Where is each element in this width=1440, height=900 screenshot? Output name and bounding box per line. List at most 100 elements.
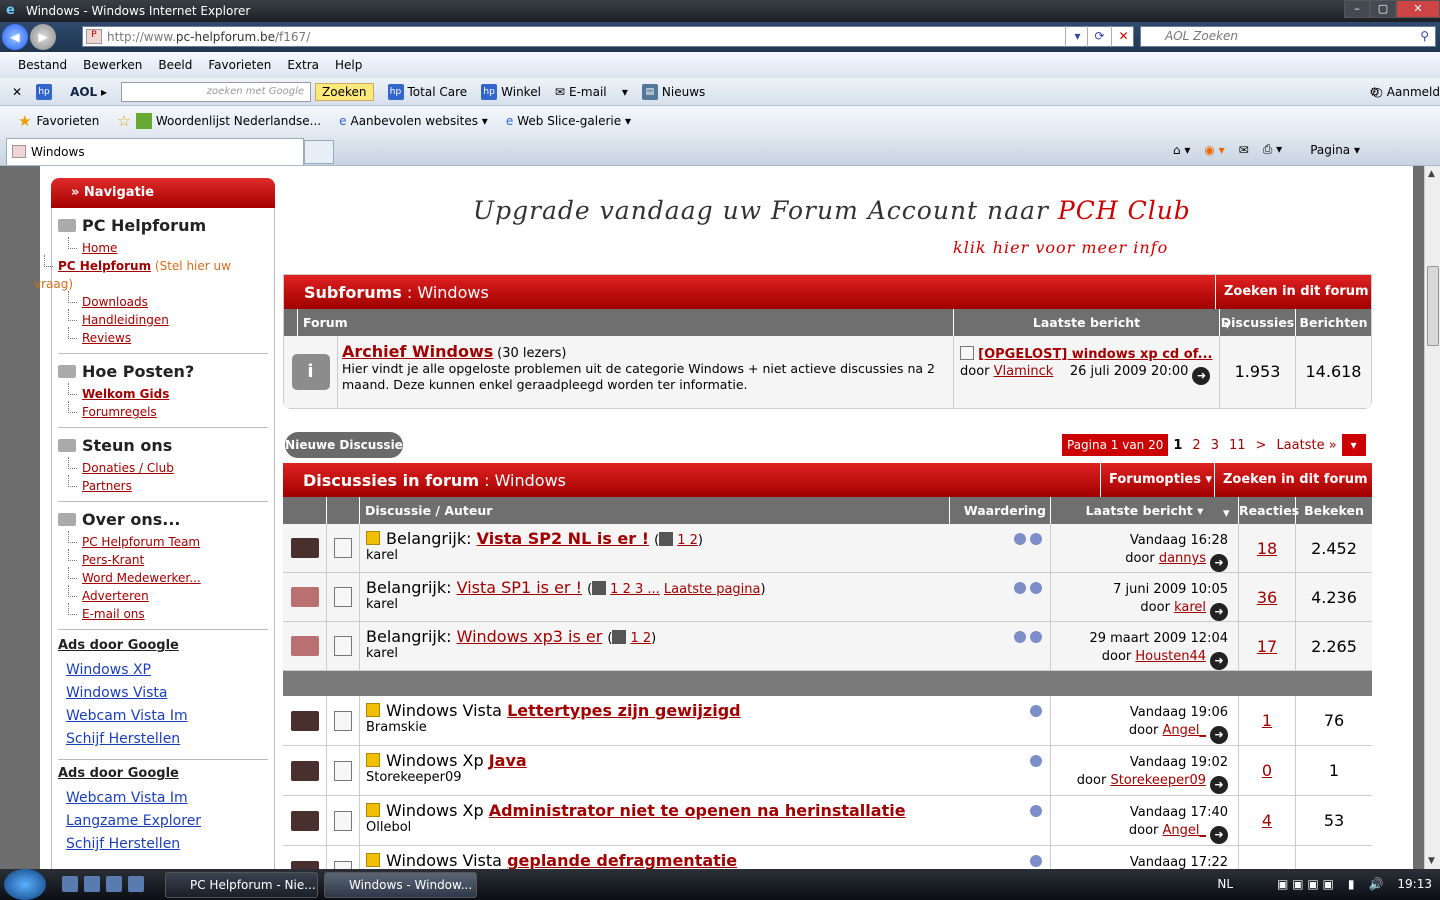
url-dropdown-icon[interactable]: ▾ xyxy=(1065,26,1089,47)
menu-bestand[interactable]: Bestand xyxy=(18,58,67,72)
next-page-link[interactable]: > xyxy=(1251,438,1272,453)
toolbar-close-icon[interactable]: ✕ xyxy=(12,85,22,99)
link-donaties[interactable]: Donaties / Club xyxy=(82,461,174,475)
link-welkom-gids[interactable]: Welkom Gids xyxy=(82,387,169,401)
ad-link[interactable]: Schijf Herstellen xyxy=(66,836,180,852)
tab-windows[interactable]: Windows xyxy=(6,138,304,165)
google-search-input[interactable]: zoeken met Google xyxy=(121,81,312,102)
thread-title-link[interactable]: geplande defragmentatie xyxy=(507,851,737,869)
forward-button[interactable]: ▶ xyxy=(30,24,56,50)
thread-title-link[interactable]: Lettertypes zijn gewijzigd xyxy=(507,701,741,720)
replies-link[interactable]: 0 xyxy=(1262,761,1272,780)
home-icon[interactable]: ⌂ ▾ xyxy=(1173,143,1190,157)
favorieten-button[interactable]: ★ Favorieten xyxy=(18,112,99,130)
back-button[interactable]: ◀ xyxy=(2,24,28,50)
language-indicator[interactable]: NL xyxy=(1217,869,1233,900)
aanmelden-link[interactable]: ○ Aanmeld xyxy=(1373,85,1440,99)
sort-last-post[interactable]: Laatste bericht ▾ xyxy=(1051,497,1239,524)
link-pc-helpforum[interactable]: PC Helpforum xyxy=(58,259,151,273)
menu-extra[interactable]: Extra xyxy=(287,58,319,72)
tray-icons[interactable]: ▣ ▣ ▣ ▣ xyxy=(1277,869,1334,900)
new-tab-button[interactable] xyxy=(304,140,334,164)
new-discussion-button[interactable]: Nieuwe Discussie xyxy=(285,432,403,458)
link-forumregels[interactable]: Forumregels xyxy=(82,405,157,419)
ad-link[interactable]: Webcam Vista Im xyxy=(66,790,188,806)
ad-link[interactable]: Schijf Herstellen xyxy=(66,731,180,747)
last-post-user-link[interactable]: dannys xyxy=(1159,551,1206,566)
link-adverteren[interactable]: Adverteren xyxy=(82,589,149,603)
nieuws-button[interactable]: ▤ Nieuws xyxy=(641,83,705,100)
webslice-link[interactable]: e Web Slice-galerie ▾ xyxy=(506,114,631,128)
page-jump-dropdown[interactable]: ▾ xyxy=(1341,434,1366,456)
goto-last-post-icon[interactable]: ➜ xyxy=(1210,776,1228,794)
replies-link[interactable]: 18 xyxy=(1257,539,1277,558)
last-post-user-link[interactable]: Angel_ xyxy=(1163,723,1207,738)
menu-beeld[interactable]: Beeld xyxy=(158,58,192,72)
thread-title-link[interactable]: Java xyxy=(489,751,527,770)
last-page-link[interactable]: Laatste » xyxy=(1271,438,1341,453)
menu-favorieten[interactable]: Favorieten xyxy=(208,58,271,72)
last-post-user-link[interactable]: Vlaminck xyxy=(994,364,1054,379)
clock[interactable]: 19:13 xyxy=(1397,869,1432,900)
link-partners[interactable]: Partners xyxy=(82,479,132,493)
vertical-scrollbar[interactable]: ▲ ▼ xyxy=(1424,166,1440,869)
goto-last-post-icon[interactable]: ➜ xyxy=(1210,554,1228,572)
ie-quicklaunch-icon[interactable] xyxy=(106,876,122,892)
minimize-button[interactable]: – xyxy=(1344,0,1370,18)
page-3-link[interactable]: 3 xyxy=(1206,438,1224,453)
replies-link[interactable]: 17 xyxy=(1257,637,1277,656)
last-page-link[interactable]: Laatste pagina xyxy=(664,582,761,597)
refresh-icon[interactable]: ⟳ xyxy=(1087,26,1111,47)
link-team[interactable]: PC Helpforum Team xyxy=(82,535,200,549)
aanbevolen-link[interactable]: e Aanbevolen websites ▾ xyxy=(339,114,488,128)
goto-last-post-icon[interactable]: ➜ xyxy=(1210,652,1228,670)
thread-title-link[interactable]: Windows xp3 is er xyxy=(457,627,603,646)
thread-search-dropdown[interactable]: Zoeken in dit forum ▾ xyxy=(1214,463,1372,521)
maximize-button[interactable]: ▢ xyxy=(1370,0,1396,18)
feeds-icon[interactable]: ◉ ▾ xyxy=(1204,143,1224,157)
subforum-search-dropdown[interactable]: Zoeken in dit forum ▾ xyxy=(1215,275,1373,333)
thread-title-link[interactable]: Vista SP2 NL is er ! xyxy=(477,529,649,548)
last-post-title-link[interactable]: [OPGELOST] windows xp cd of... xyxy=(978,347,1212,362)
media-player-icon[interactable] xyxy=(128,876,144,892)
last-post-user-link[interactable]: Housten44 xyxy=(1135,649,1206,664)
search-input[interactable]: AOL Zoeken ⚲ xyxy=(1140,26,1436,47)
taskbar-pc-helpforum[interactable]: PC Helpforum - Nie... xyxy=(165,872,318,898)
ads-title[interactable]: Ads door Google xyxy=(58,638,268,653)
pagina-menu[interactable]: Pagina ▾ xyxy=(1296,143,1360,157)
replies-link[interactable]: 4 xyxy=(1262,811,1272,830)
taskbar-windows[interactable]: Windows - Window... xyxy=(324,872,477,898)
zoeken-button[interactable]: Zoeken xyxy=(315,82,374,101)
mail-icon[interactable]: ✉ xyxy=(1239,143,1249,157)
link-pers-krant[interactable]: Pers-Krant xyxy=(82,553,144,567)
page-11-link[interactable]: 11 xyxy=(1224,438,1251,453)
scrollbar-thumb[interactable] xyxy=(1427,266,1439,346)
last-post-user-link[interactable]: Storekeeper09 xyxy=(1110,773,1206,788)
search-icon[interactable]: ⚲ xyxy=(1420,27,1429,46)
archief-windows-link[interactable]: Archief Windows xyxy=(342,342,493,361)
replies-link[interactable]: 1 xyxy=(1262,711,1272,730)
ad-link[interactable]: Windows XP xyxy=(66,662,151,678)
link-handleidingen[interactable]: Handleidingen xyxy=(82,313,169,327)
print-icon[interactable]: ⎙ ▾ xyxy=(1263,142,1282,157)
close-button[interactable]: ✕ xyxy=(1396,0,1440,18)
page-links[interactable]: 1 2 xyxy=(677,533,698,548)
last-post-user-link[interactable]: karel xyxy=(1174,600,1206,615)
battery-icon[interactable]: ▮ xyxy=(1348,869,1355,900)
goto-last-post-icon[interactable]: ➜ xyxy=(1210,603,1228,621)
hp-logo-icon[interactable]: hp xyxy=(36,83,56,100)
winkel-button[interactable]: hp Winkel xyxy=(481,83,541,100)
aol-button[interactable]: AOL ▸ xyxy=(70,85,107,99)
forumopties-dropdown[interactable]: Forumopties ▾ xyxy=(1100,463,1214,497)
ad-link[interactable]: Windows Vista xyxy=(66,685,167,701)
link-email-ons[interactable]: E-mail ons xyxy=(82,607,145,621)
goto-last-post-icon[interactable]: ➜ xyxy=(1210,726,1228,744)
link-downloads[interactable]: Downloads xyxy=(82,295,148,309)
show-desktop-icon[interactable] xyxy=(62,876,78,892)
start-button[interactable] xyxy=(4,869,46,900)
link-word-medewerker[interactable]: Word Medewerker... xyxy=(82,571,201,585)
woordenlijst-link[interactable]: ☆ Woordenlijst Nederlandse... xyxy=(117,112,321,130)
url-field[interactable]: P http://www. pc-helpforum.be/f167/ ▾ ⟳ ✕ xyxy=(82,26,1134,47)
last-post-user-link[interactable]: Angel_ xyxy=(1163,823,1207,838)
menu-bewerken[interactable]: Bewerken xyxy=(83,58,142,72)
